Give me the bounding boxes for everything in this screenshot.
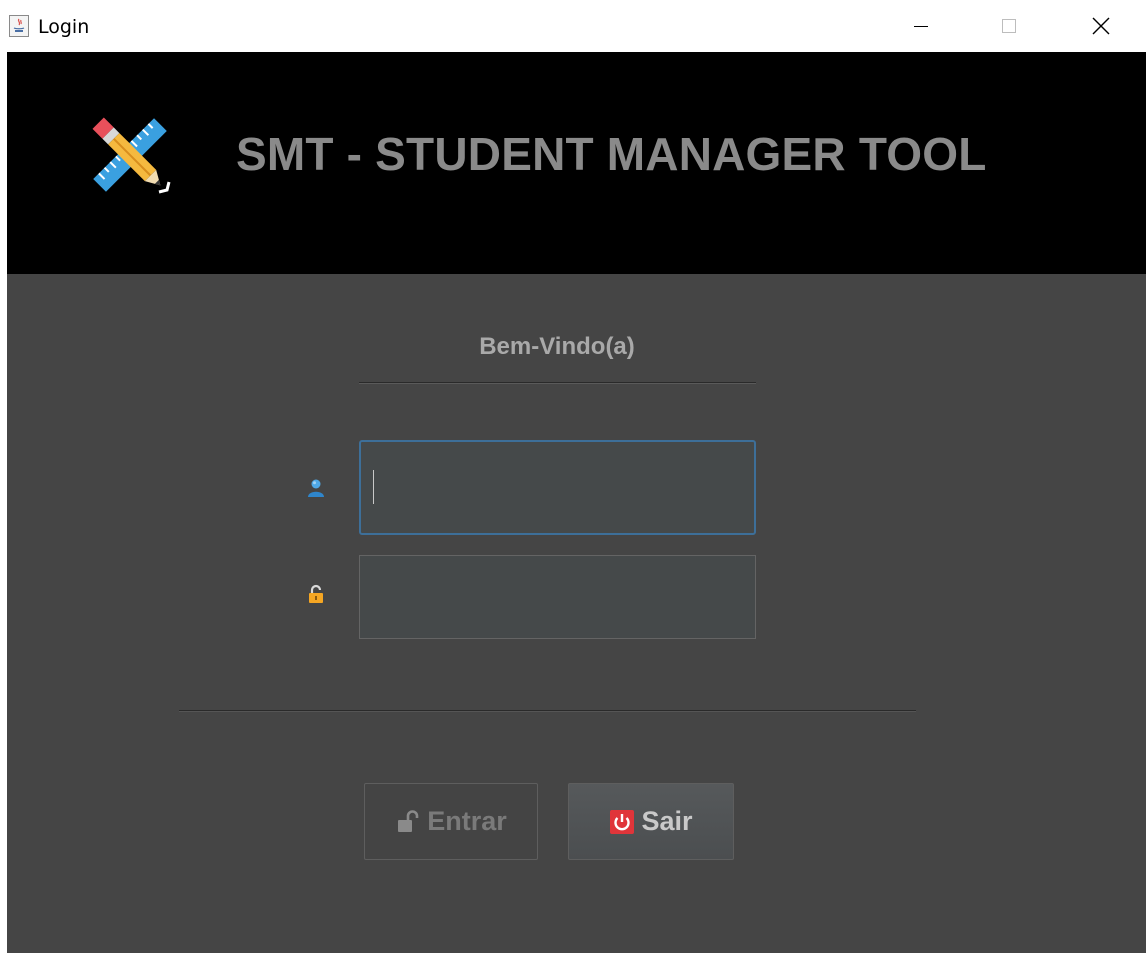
header-banner: SMT - STUDENT MANAGER TOOL xyxy=(7,52,1146,274)
close-button[interactable] xyxy=(1078,0,1124,52)
enter-button[interactable]: Entrar xyxy=(364,783,538,860)
form-divider xyxy=(179,710,916,712)
username-input[interactable] xyxy=(359,440,756,535)
password-input[interactable] xyxy=(359,555,756,639)
lock-icon xyxy=(309,584,323,603)
text-caret xyxy=(373,470,374,504)
exit-button-label: Sair xyxy=(641,806,693,836)
user-icon xyxy=(308,479,324,497)
title-bar: Login xyxy=(0,0,1146,52)
login-panel: SMT - STUDENT MANAGER TOOL Bem-Vindo(a) … xyxy=(7,52,1146,953)
ruler-pencil-icon xyxy=(92,117,171,194)
unlock-icon xyxy=(398,809,419,832)
close-icon xyxy=(1092,17,1110,35)
java-app-icon xyxy=(9,15,29,37)
app-title: SMT - STUDENT MANAGER TOOL xyxy=(236,128,987,180)
minimize-button[interactable] xyxy=(898,0,944,52)
login-window: Login SMT - STUDENT MANAGER TOOL Bem-Vin… xyxy=(0,0,1146,953)
enter-button-label: Entrar xyxy=(427,806,507,836)
welcome-divider xyxy=(359,382,756,384)
window-title: Login xyxy=(38,16,90,38)
minimize-icon xyxy=(914,26,928,27)
maximize-icon xyxy=(1002,19,1016,33)
exit-button[interactable]: Sair xyxy=(568,783,734,860)
maximize-button[interactable] xyxy=(986,0,1032,52)
welcome-label: Bem-Vindo(a) xyxy=(479,333,635,360)
power-icon xyxy=(610,809,635,834)
